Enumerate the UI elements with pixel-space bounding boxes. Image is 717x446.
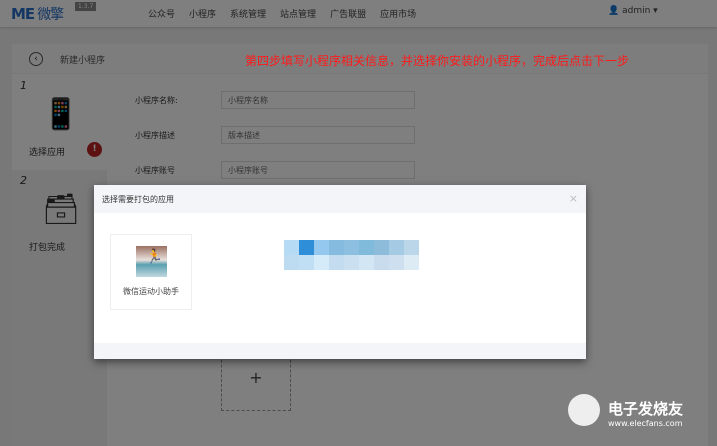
select-app-modal: 选择需要打包的应用 × 🏃 微信运动小助手	[94, 185, 586, 359]
blur-cell	[314, 240, 329, 255]
blur-cell	[419, 240, 434, 255]
modal-footer	[94, 343, 586, 359]
blur-cell	[314, 255, 329, 270]
blur-cell	[329, 240, 344, 255]
watermark-logo	[568, 394, 600, 426]
blur-cell	[359, 255, 374, 270]
app-name: 微信运动小助手	[123, 287, 179, 296]
blur-cell	[299, 240, 314, 255]
app-card[interactable]: 🏃 微信运动小助手	[110, 234, 192, 310]
watermark-name: 电子发烧友	[608, 400, 684, 418]
app-thumbnail: 🏃	[135, 246, 167, 277]
blur-cell	[329, 255, 344, 270]
blur-cell	[344, 255, 359, 270]
blur-cell	[284, 240, 299, 255]
close-icon[interactable]: ×	[569, 192, 578, 205]
blur-cell	[284, 255, 299, 270]
watermark-url: www.elecfans.com	[608, 419, 683, 428]
blur-cell	[389, 240, 404, 255]
blur-cell	[374, 240, 389, 255]
modal-header: 选择需要打包的应用 ×	[94, 185, 586, 213]
modal-title: 选择需要打包的应用	[102, 195, 174, 204]
annotation-text: 第四步填写小程序相关信息，并选择你安装的小程序，完成后点击下一步	[245, 54, 630, 68]
blur-cell	[419, 255, 434, 270]
blur-cell	[299, 255, 314, 270]
blur-cell	[404, 240, 419, 255]
blurred-region	[284, 240, 434, 270]
blur-cell	[404, 255, 419, 270]
blur-cell	[374, 255, 389, 270]
blur-cell	[344, 240, 359, 255]
blur-cell	[389, 255, 404, 270]
blur-cell	[359, 240, 374, 255]
